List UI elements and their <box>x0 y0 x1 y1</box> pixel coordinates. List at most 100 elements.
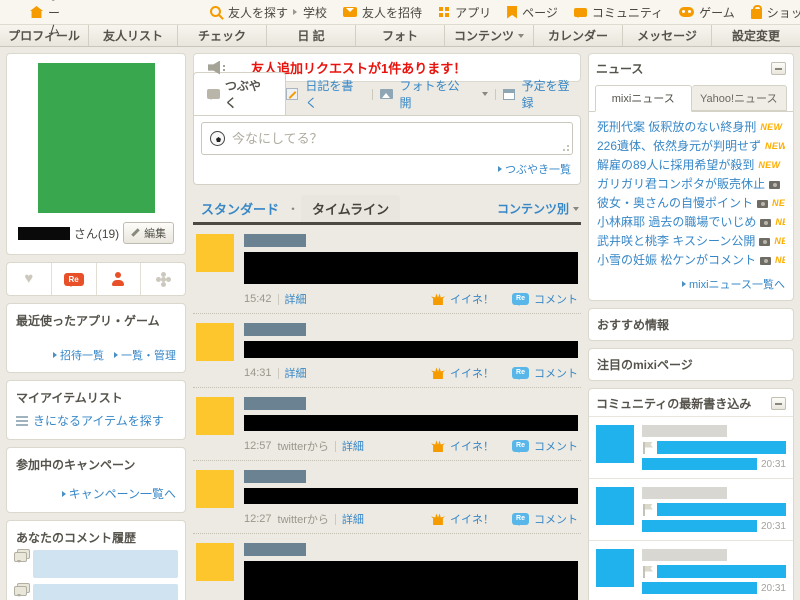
manage-list-link[interactable]: 一覧・管理 <box>114 347 176 363</box>
detail-link[interactable]: 詳細 <box>285 365 307 381</box>
edit-profile-button[interactable]: 編集 <box>123 222 175 244</box>
post-text-redacted[interactable] <box>642 520 757 532</box>
find-items-link[interactable]: きになるアイテムを探す <box>33 412 164 429</box>
feed-avatar[interactable] <box>196 234 234 272</box>
comment-button[interactable]: コメント <box>534 438 578 454</box>
community-avatar[interactable] <box>596 425 634 463</box>
like-button[interactable]: イイネ！ <box>450 511 494 527</box>
like-hands-icon[interactable] <box>431 367 445 379</box>
comment-redacted-block[interactable] <box>33 584 178 600</box>
feed-username-redacted[interactable] <box>244 323 306 336</box>
content-filter-dropdown[interactable]: コンテンツ別 <box>497 200 579 217</box>
register-schedule-link[interactable]: 予定を登録 <box>522 77 581 111</box>
comment-button[interactable]: コメント <box>534 291 578 307</box>
news-link[interactable]: ガリガリ君コンポタが販売休止 <box>597 175 765 194</box>
feed-avatar[interactable] <box>196 397 234 435</box>
feed-avatar[interactable] <box>196 543 234 581</box>
tab-mixi-news[interactable]: mixiニュース <box>595 85 692 112</box>
resize-grip[interactable] <box>561 143 569 151</box>
comment-bubble-icon[interactable] <box>512 513 529 526</box>
invite-list-link[interactable]: 招待一覧 <box>53 347 104 363</box>
comment-bubble-icon[interactable] <box>512 440 529 453</box>
tweet-list-link[interactable]: つぶやき一覧 <box>498 161 571 177</box>
comment-bubble-icon[interactable] <box>512 367 529 380</box>
campaign-list-label[interactable]: キャンペーン一覧へ <box>69 485 176 502</box>
community-avatar[interactable] <box>596 549 634 587</box>
favorite-button[interactable] <box>7 263 52 295</box>
like-button[interactable]: イイネ！ <box>450 365 494 381</box>
post-text-redacted[interactable] <box>642 458 757 470</box>
topic-title-redacted[interactable] <box>657 565 786 578</box>
topbar-sub-link[interactable]: 学校 <box>293 4 327 21</box>
minimize-button[interactable] <box>771 62 786 75</box>
like-hands-icon[interactable] <box>431 293 445 305</box>
campaign-list-link[interactable]: キャンペーン一覧へ <box>61 485 176 502</box>
nav-tab[interactable]: プロフィール <box>0 25 89 46</box>
nav-tab[interactable]: 設定変更 <box>712 25 800 46</box>
feed-username-redacted[interactable] <box>244 397 306 410</box>
write-diary-link[interactable]: 日記を書く <box>305 77 364 111</box>
comment-bubble-icon[interactable] <box>512 293 529 306</box>
news-link[interactable]: 小雪の妊娠 松ケンがコメント <box>597 251 756 270</box>
like-hands-icon[interactable] <box>431 440 445 452</box>
topbar-item[interactable]: アプリ <box>438 4 491 21</box>
community-avatar[interactable] <box>596 487 634 525</box>
comment-button[interactable]: コメント <box>534 365 578 381</box>
topic-title-redacted[interactable] <box>657 441 786 454</box>
topbar-item[interactable]: ゲーム <box>679 4 735 21</box>
apps-button[interactable] <box>141 263 185 295</box>
news-link[interactable]: 解雇の89人に採用希望が殺到 <box>597 156 754 175</box>
like-button[interactable]: イイネ！ <box>450 291 494 307</box>
news-more-link[interactable]: mixiニュース一覧へ <box>681 276 785 292</box>
feed-username-redacted[interactable] <box>244 234 306 247</box>
topbar-item[interactable]: ページ <box>507 4 558 21</box>
detail-link[interactable]: 詳細 <box>342 438 364 454</box>
tweet-list-label[interactable]: つぶやき一覧 <box>505 161 571 177</box>
feed-avatar[interactable] <box>196 323 234 361</box>
topbar-item[interactable]: 友人を探す 学校 <box>210 4 327 21</box>
topic-title-redacted[interactable] <box>657 503 786 516</box>
news-more-label[interactable]: mixiニュース一覧へ <box>689 276 785 292</box>
profile-avatar[interactable] <box>37 63 155 213</box>
post-text-redacted[interactable] <box>642 582 757 594</box>
nav-tab[interactable]: チェック <box>178 25 267 46</box>
detail-link[interactable]: 詳細 <box>342 511 364 527</box>
tweet-tab[interactable]: つぶやく <box>193 72 287 115</box>
status-input[interactable] <box>232 131 564 146</box>
comment-button[interactable]: コメント <box>534 511 578 527</box>
minimize-button[interactable] <box>771 397 786 410</box>
tab-timeline[interactable]: タイムライン <box>301 195 401 222</box>
nav-tab[interactable]: 日 記 <box>267 25 356 46</box>
tab-yahoo-news[interactable]: Yahoo!ニュース <box>691 85 787 111</box>
news-link[interactable]: 小林麻耶 過去の職場でいじめ <box>597 213 756 232</box>
news-link[interactable]: 226遺体、依然身元が判明せず <box>597 137 761 156</box>
feed-avatar[interactable] <box>196 470 234 508</box>
tab-standard[interactable]: スタンダード <box>195 196 285 221</box>
feed-username-redacted[interactable] <box>244 543 306 556</box>
reply-button[interactable] <box>52 263 97 295</box>
nav-tab[interactable]: 友人リスト <box>89 25 178 46</box>
chevron-down-icon[interactable] <box>481 92 488 96</box>
topbar-item[interactable]: コミュニティ <box>573 4 663 21</box>
invite-list-label[interactable]: 招待一覧 <box>60 347 104 363</box>
news-link[interactable]: 彼女・奥さんの自慢ポイント <box>597 194 753 213</box>
like-button[interactable]: イイネ！ <box>450 438 494 454</box>
detail-link[interactable]: 詳細 <box>285 291 307 307</box>
comment-redacted-block[interactable] <box>33 550 178 578</box>
content-filter-label[interactable]: コンテンツ別 <box>497 200 569 217</box>
manage-list-label[interactable]: 一覧・管理 <box>121 347 176 363</box>
news-link[interactable]: 死刑代案 仮釈放のない終身刑 <box>597 118 756 137</box>
nav-tab[interactable]: フォト <box>356 25 445 46</box>
topbar-item[interactable]: ショッピング <box>750 4 800 21</box>
friends-button[interactable] <box>97 263 142 295</box>
nav-tab[interactable]: メッセージ <box>623 25 712 46</box>
community-name-redacted[interactable] <box>642 549 727 561</box>
news-link[interactable]: 武井咲と桃李 キスシーン公開 <box>597 232 755 251</box>
publish-photo-link[interactable]: フォトを公開 <box>400 77 471 111</box>
like-hands-icon[interactable] <box>431 513 445 525</box>
nav-tab[interactable]: コンテンツ <box>445 25 534 46</box>
topbar-item[interactable]: 友人を招待 <box>343 4 422 21</box>
community-name-redacted[interactable] <box>642 487 727 499</box>
feed-username-redacted[interactable] <box>244 470 306 483</box>
nav-tab[interactable]: カレンダー <box>534 25 623 46</box>
